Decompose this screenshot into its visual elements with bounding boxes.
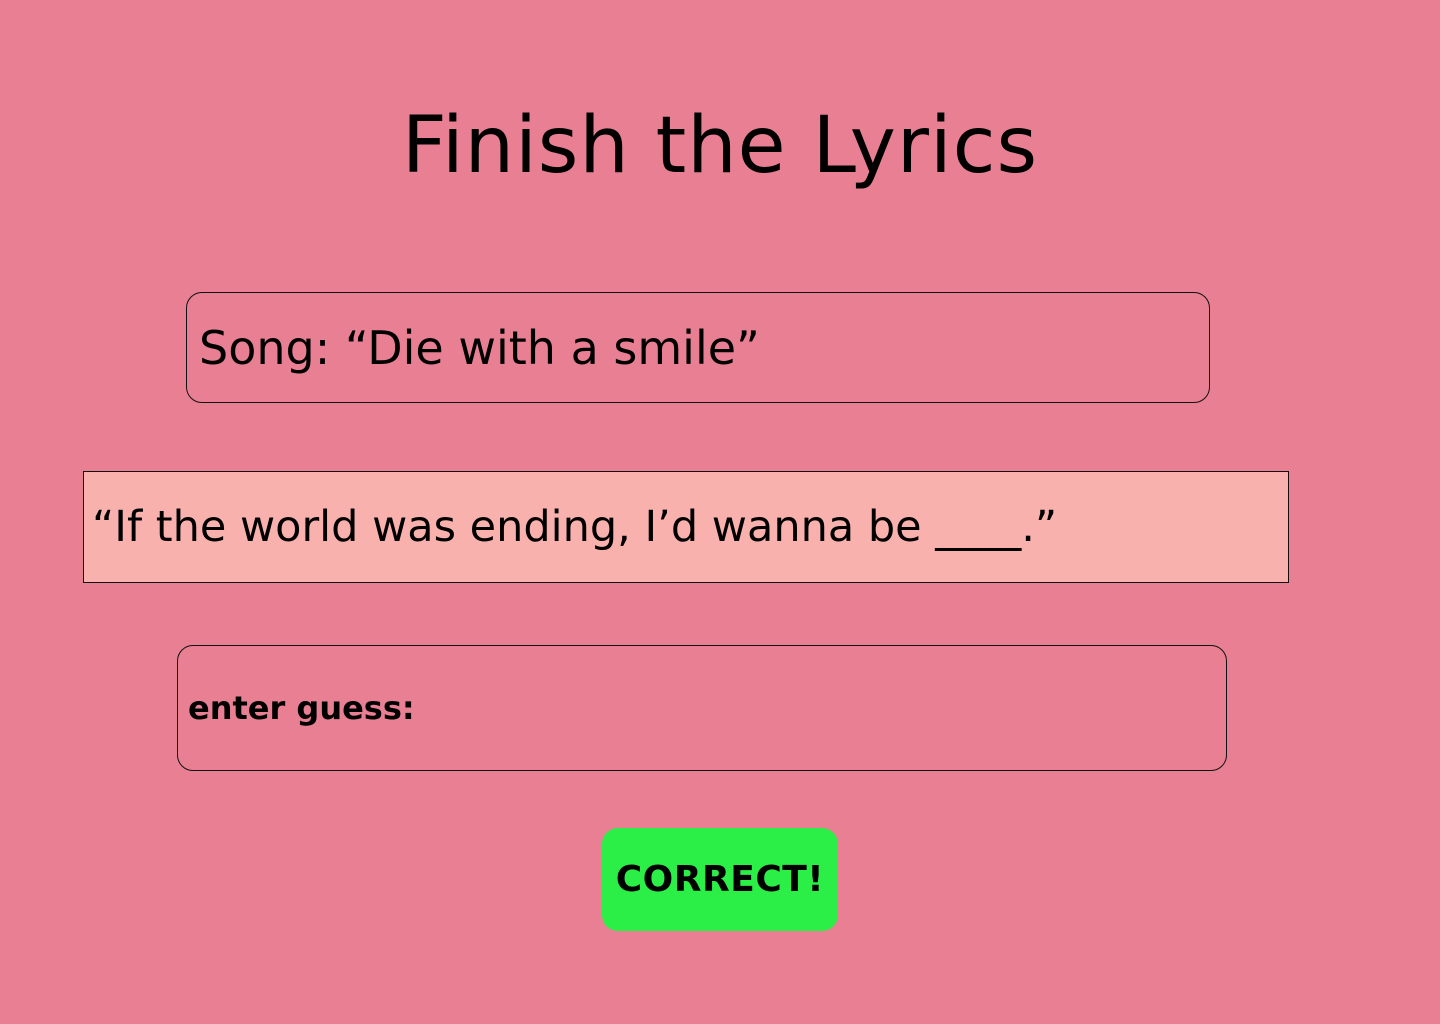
song-title: Song: “Die with a smile” — [199, 320, 760, 375]
lyric-box: “If the world was ending, I’d wanna be _… — [83, 471, 1289, 583]
guess-input[interactable] — [420, 677, 1206, 739]
page-title: Finish the Lyrics — [401, 101, 1039, 191]
guess-label: enter guess: — [188, 689, 415, 727]
correct-button[interactable]: CORRECT! — [602, 828, 838, 931]
lyric-prompt: “If the world was ending, I’d wanna be _… — [92, 502, 1058, 552]
guess-field-container[interactable]: enter guess: — [177, 645, 1227, 771]
song-box: Song: “Die with a smile” — [186, 292, 1210, 403]
